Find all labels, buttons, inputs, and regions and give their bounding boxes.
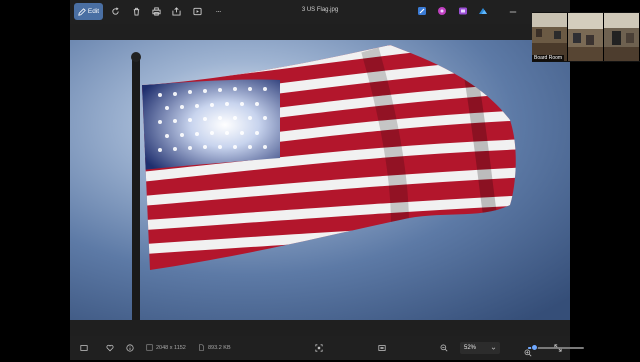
heart-icon bbox=[106, 344, 114, 352]
filmstrip-icon bbox=[80, 345, 88, 351]
slideshow-icon bbox=[192, 7, 202, 16]
image-size-icon bbox=[146, 344, 153, 351]
video-tile-board-room[interactable]: Board Room bbox=[532, 13, 568, 61]
fullscreen-icon bbox=[554, 344, 562, 352]
fit-to-window-icon bbox=[378, 345, 386, 351]
info-icon bbox=[126, 344, 134, 352]
video-feed bbox=[604, 13, 639, 61]
video-tile-2[interactable] bbox=[568, 13, 604, 61]
file-size-info: 893.2 KB bbox=[198, 344, 231, 351]
rotate-button[interactable] bbox=[107, 3, 123, 20]
status-bar: 2048 x 1152 893.2 KB 52% bbox=[70, 336, 584, 360]
zoom-in-icon bbox=[524, 349, 532, 357]
chevron-down-icon bbox=[491, 347, 496, 350]
print-button[interactable] bbox=[148, 3, 164, 20]
share-icon bbox=[171, 7, 181, 16]
meeting-video-strip: Board Room bbox=[532, 12, 640, 62]
delete-button[interactable] bbox=[128, 3, 144, 20]
fit-button[interactable] bbox=[378, 344, 386, 352]
more-icon: ··· bbox=[215, 7, 222, 16]
zoom-slider-thumb[interactable] bbox=[531, 344, 538, 351]
file-icon bbox=[199, 344, 204, 351]
file-title: 3 US Flag.jpg bbox=[301, 7, 339, 13]
designer-icon[interactable] bbox=[478, 6, 488, 16]
paint-icon[interactable] bbox=[437, 6, 447, 16]
edit-label: Edit bbox=[87, 8, 100, 15]
zoom-level: 52% bbox=[464, 345, 477, 351]
flag-pole bbox=[132, 58, 140, 320]
share-button[interactable] bbox=[168, 3, 184, 20]
zoom-level-select[interactable]: 52% bbox=[460, 342, 500, 354]
video-feed bbox=[532, 13, 567, 61]
more-button[interactable]: ··· bbox=[210, 3, 226, 20]
flag-photo bbox=[70, 40, 570, 320]
pencil-icon bbox=[78, 7, 86, 16]
zoom-out-button[interactable] bbox=[440, 344, 448, 352]
video-tile-3[interactable] bbox=[604, 13, 640, 61]
zoom-in-control[interactable] bbox=[524, 344, 532, 362]
photos-app-window: Edit ··· 3 US Flag.jpg 2048 x 1152 893.2… bbox=[70, 0, 584, 360]
edit-image-icon[interactable] bbox=[417, 6, 427, 16]
image-canvas[interactable] bbox=[70, 40, 570, 320]
info-button[interactable] bbox=[126, 344, 134, 352]
image-dimensions: 2048 x 1152 bbox=[156, 344, 186, 351]
print-icon bbox=[151, 7, 161, 16]
minimize-icon bbox=[509, 11, 517, 12]
video-feed bbox=[568, 13, 603, 61]
crop-icon bbox=[315, 344, 323, 352]
zoom-out-icon bbox=[440, 344, 448, 352]
flag-canton bbox=[142, 79, 280, 170]
fullscreen-button[interactable] bbox=[554, 344, 562, 352]
room-label: Board Room bbox=[532, 55, 565, 61]
rotate-icon bbox=[111, 7, 119, 15]
file-size: 893.2 KB bbox=[208, 344, 231, 351]
crop-button[interactable] bbox=[315, 344, 323, 352]
trash-icon bbox=[133, 7, 139, 16]
dimensions-info: 2048 x 1152 bbox=[146, 344, 186, 351]
filmstrip-button[interactable] bbox=[80, 344, 88, 352]
clipchamp-icon[interactable] bbox=[458, 6, 468, 16]
edit-button[interactable]: Edit bbox=[74, 3, 103, 20]
slideshow-button[interactable] bbox=[189, 3, 205, 20]
favorite-button[interactable] bbox=[106, 344, 114, 352]
minimize-button[interactable] bbox=[506, 3, 520, 20]
toolbar: Edit ··· 3 US Flag.jpg bbox=[70, 0, 570, 24]
